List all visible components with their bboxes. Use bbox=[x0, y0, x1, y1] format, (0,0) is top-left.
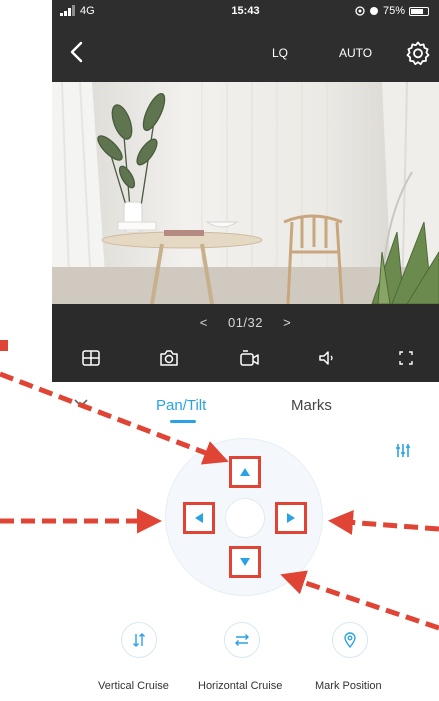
control-tabs: Pan/Tilt Marks bbox=[52, 382, 439, 426]
camera-icon[interactable] bbox=[158, 347, 180, 369]
phone-screen: 4G 15:43 75% LQ AUTO < 01/32 > Pan/Tilt … bbox=[52, 0, 439, 701]
prev-channel-button[interactable]: < bbox=[200, 315, 208, 330]
next-channel-button[interactable]: > bbox=[283, 315, 291, 330]
active-tab-indicator bbox=[170, 420, 196, 423]
mark-position-label: Mark Position bbox=[315, 680, 382, 692]
room-scene-image bbox=[52, 82, 439, 304]
status-bar: 4G 15:43 75% bbox=[52, 0, 439, 24]
pan-up-button[interactable] bbox=[229, 456, 261, 488]
chevron-down-icon[interactable] bbox=[72, 394, 90, 412]
pan-left-button[interactable] bbox=[183, 502, 215, 534]
vertical-cruise-label: Vertical Cruise bbox=[98, 680, 169, 692]
quality-toggle[interactable]: LQ bbox=[272, 46, 288, 60]
video-controls-bar: < 01/32 > bbox=[52, 304, 439, 382]
tab-marks[interactable]: Marks bbox=[291, 397, 332, 414]
location-pin-icon bbox=[344, 632, 356, 649]
fullscreen-icon[interactable] bbox=[395, 347, 417, 369]
video-record-icon[interactable] bbox=[238, 347, 260, 369]
camera-video-feed[interactable] bbox=[52, 82, 439, 304]
arrow-left-icon bbox=[195, 513, 203, 523]
location-icon bbox=[355, 6, 365, 16]
speed-adjust-icon[interactable] bbox=[394, 441, 412, 459]
status-right: 75% bbox=[355, 5, 429, 17]
pan-right-button[interactable] bbox=[275, 502, 307, 534]
channel-indicator: 01/32 bbox=[227, 315, 264, 330]
alarm-icon bbox=[369, 7, 378, 15]
pan-down-button[interactable] bbox=[229, 546, 261, 578]
nav-bar: LQ AUTO bbox=[52, 24, 439, 82]
arrow-up-icon bbox=[240, 468, 250, 476]
horizontal-cruise-button[interactable] bbox=[224, 622, 260, 658]
arrow-down-icon bbox=[240, 558, 250, 566]
joystick-center bbox=[225, 498, 265, 538]
gear-icon[interactable] bbox=[405, 40, 431, 66]
horizontal-cruise-icon bbox=[235, 634, 249, 646]
speaker-icon[interactable] bbox=[316, 347, 338, 369]
horizontal-cruise-label: Horizontal Cruise bbox=[198, 680, 283, 692]
back-icon[interactable] bbox=[66, 40, 90, 64]
ptz-joystick[interactable] bbox=[165, 438, 323, 596]
mark-position-button[interactable] bbox=[332, 622, 368, 658]
vertical-cruise-icon bbox=[133, 633, 145, 647]
battery-icon bbox=[409, 6, 429, 16]
grid-view-icon[interactable] bbox=[80, 347, 102, 369]
vertical-cruise-button[interactable] bbox=[121, 622, 157, 658]
channel-pager: < 01/32 > bbox=[52, 315, 439, 330]
annotation-marker bbox=[0, 340, 8, 351]
tab-pan-tilt[interactable]: Pan/Tilt bbox=[156, 397, 206, 414]
mode-toggle[interactable]: AUTO bbox=[339, 46, 372, 60]
battery-percent: 75% bbox=[382, 5, 405, 17]
arrow-right-icon bbox=[287, 513, 295, 523]
